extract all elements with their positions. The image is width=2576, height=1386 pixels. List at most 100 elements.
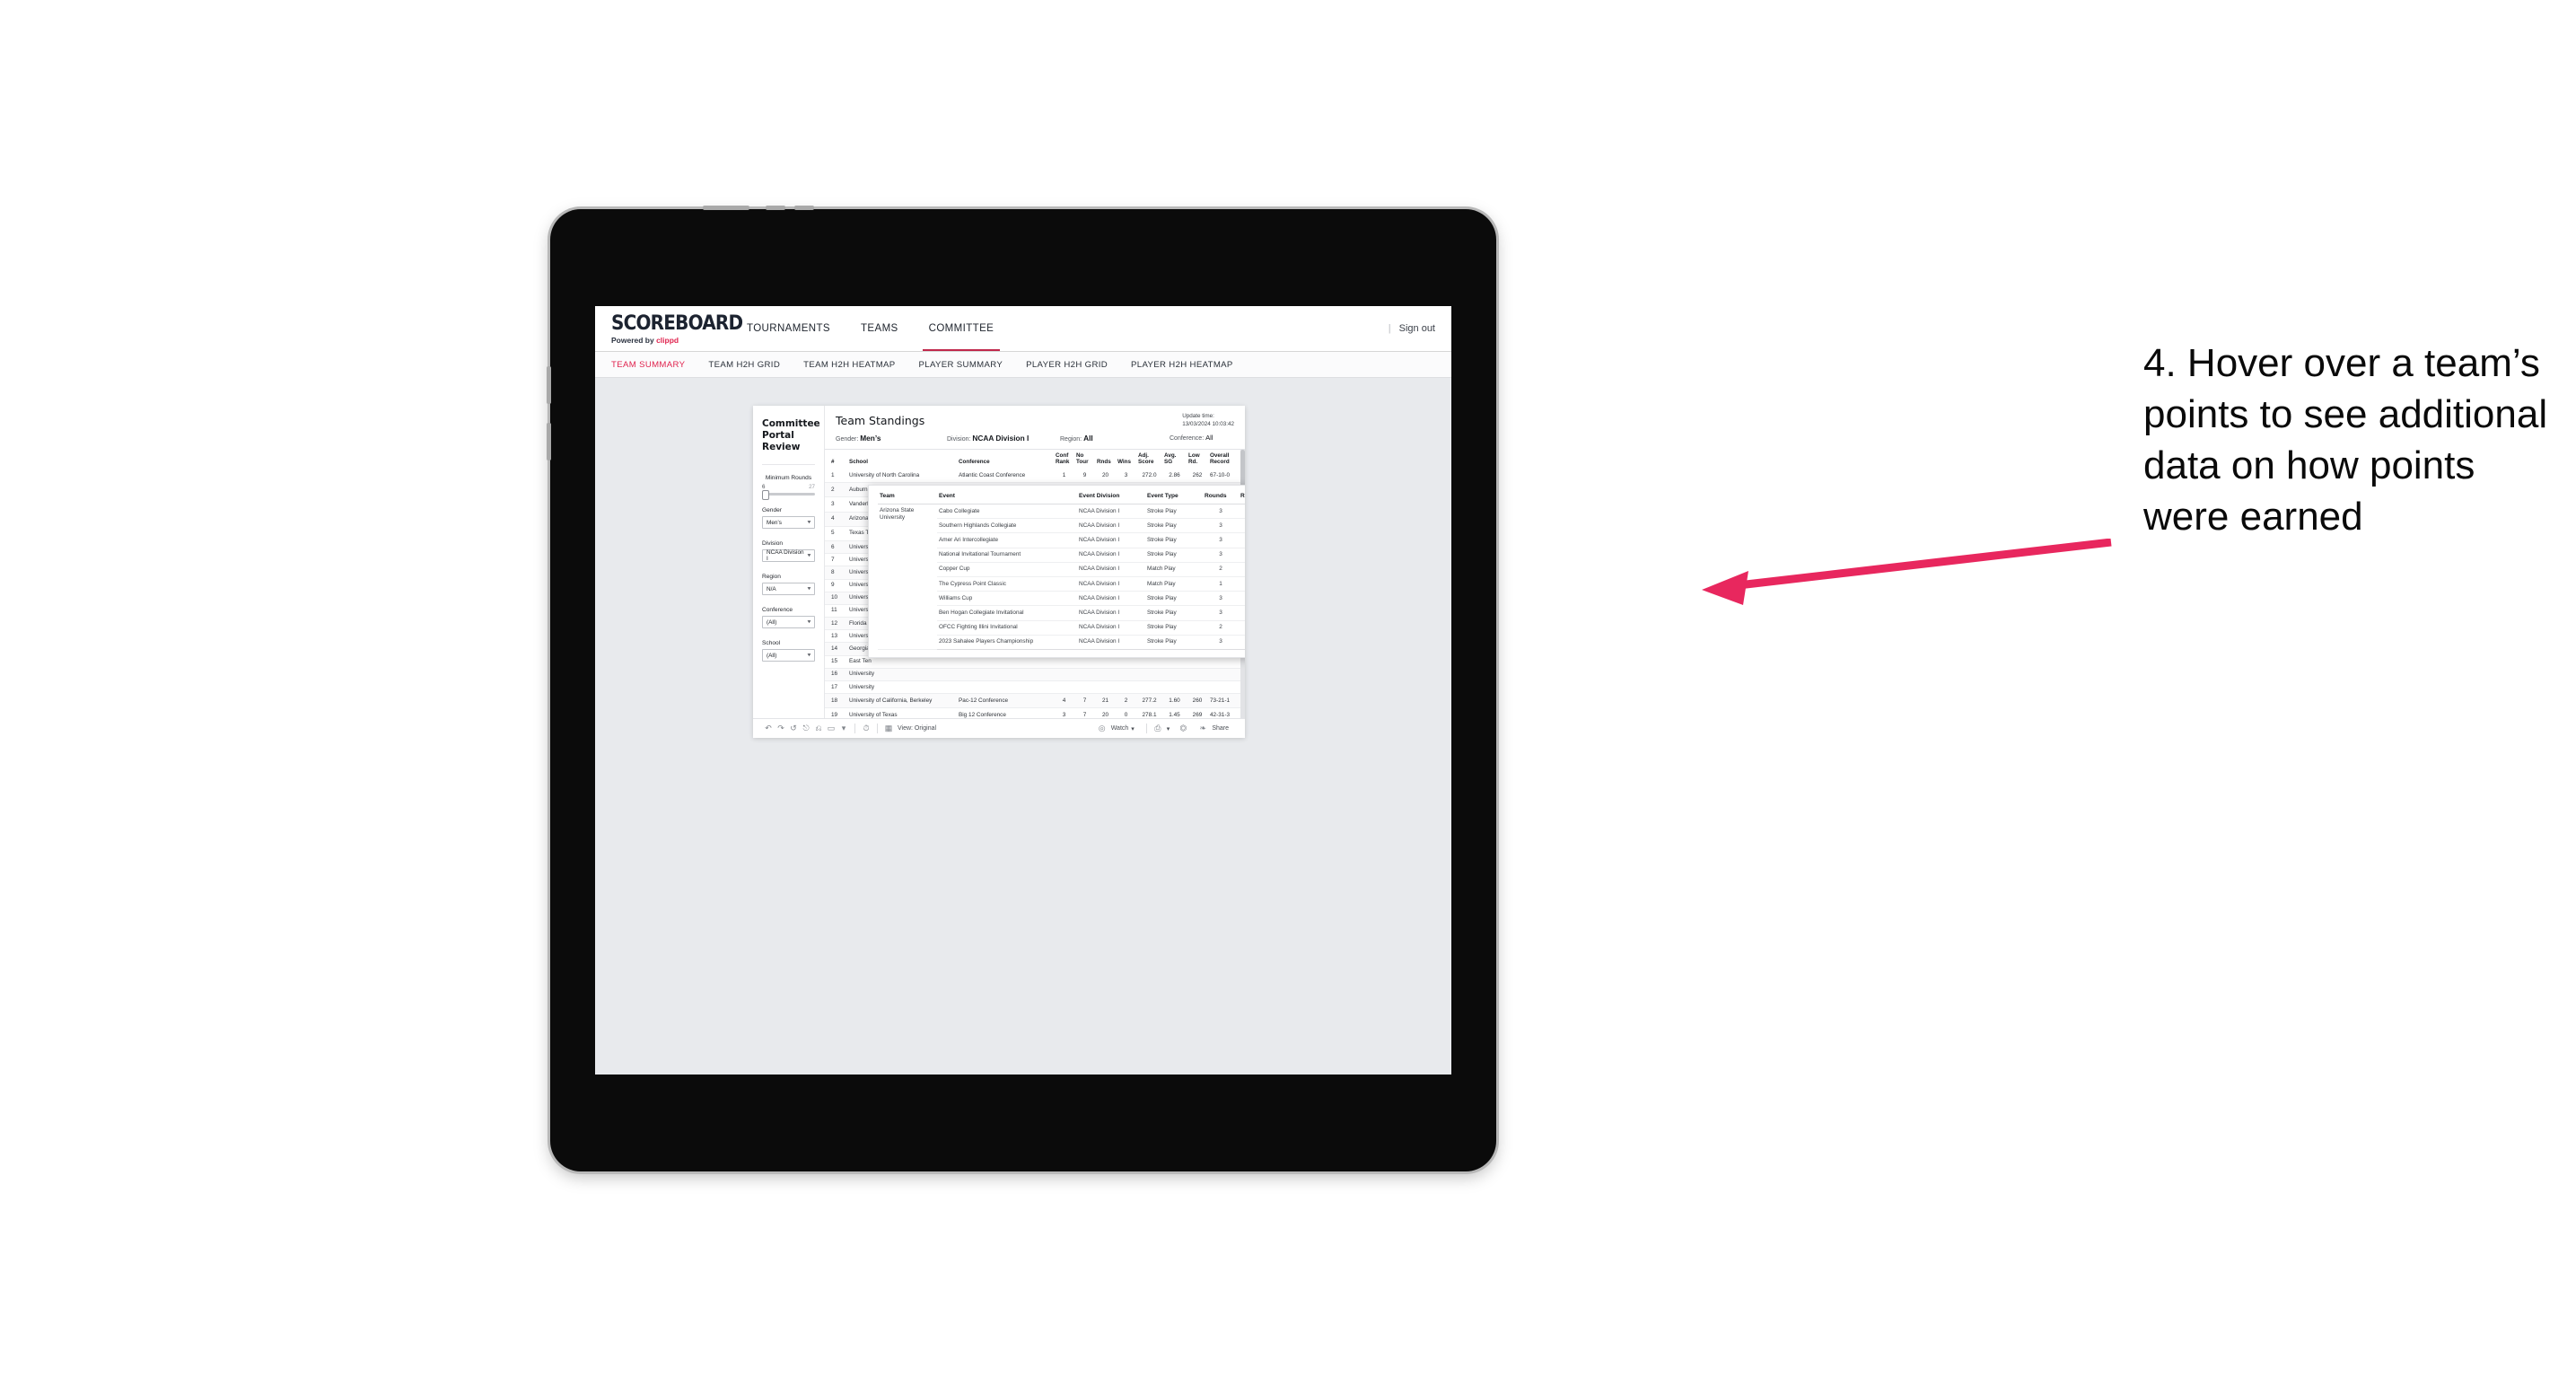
separator: | [1388,323,1391,334]
tab-player-h2h-heatmap[interactable]: PLAYER H2H HEATMAP [1131,360,1233,370]
minimum-rounds-slider[interactable] [762,490,815,500]
col-record[interactable]: Overall Record [1208,450,1242,469]
tooltip-header-row: Team Event Event Division Event Type Rou… [878,491,1245,504]
tab-team-h2h-grid[interactable]: TEAM H2H GRID [708,360,780,370]
history-icon[interactable]: ⏱ [860,723,872,735]
refresh-data-icon[interactable]: ⎋ [800,723,812,735]
update-time-label: Update time: [1182,413,1214,419]
volume-up-button [766,206,785,210]
table-row[interactable]: 1 University of North Carolina Atlantic Co… [825,469,1245,484]
chevron-down-icon: ▼ [806,520,812,525]
view-original-button[interactable]: ▦ View: Original [882,723,936,735]
share-button[interactable]: ❧ Share [1196,723,1229,735]
app-logo[interactable]: SCOREBOARD Powered by clippd [595,310,743,345]
cell-rank: 17 [825,680,847,695]
cell-rank: 11 [825,604,847,618]
tooltip-type: Stroke Play [1145,591,1203,607]
sign-out-area: | Sign out [1389,306,1435,351]
division-value: NCAA Division I [767,549,804,562]
table-row[interactable]: 18 University of California, Berkeley Pac-… [825,693,1245,709]
col-adj-score[interactable]: Adj. Score [1136,450,1162,469]
device-layout-icon[interactable]: ▭ [825,723,837,735]
share-label: Share [1212,725,1229,732]
nav-item-committee[interactable]: COMMITTEE [914,306,1010,351]
col-rnds[interactable]: Rnds [1095,450,1116,469]
sign-out-link[interactable]: Sign out [1399,323,1435,334]
table-row[interactable]: 19 University of Texas Big 12 Conference 3 7… [825,707,1245,718]
logo-wordmark: SCOREBOARD [611,310,743,334]
redo-icon[interactable]: ↷ [775,723,787,735]
cell-rank: 8 [825,566,847,580]
undo-icon[interactable]: ↶ [762,723,775,735]
points-detail-tooltip: Team Event Event Division Event Type Rou… [868,485,1245,658]
standings-pane: Team Standings Update time: 13/03/2024 1… [825,406,1245,718]
cell-rank: 12 [825,617,847,631]
region-label: Region [762,574,781,580]
fullscreen-button[interactable]: ⏣ [1177,723,1189,735]
meta-region: Region: All [1060,434,1170,443]
col-rank[interactable]: # [825,450,847,469]
cell-avg_sg: 1.45 [1162,707,1187,718]
col-no-tour[interactable]: No Tour [1074,450,1095,469]
conference-select[interactable]: (All) ▼ [762,616,815,628]
power-button [703,206,749,210]
pause-updates-icon[interactable]: ⎌ [812,723,825,735]
tooltip-impact: + 1 [1239,562,1245,577]
tab-team-summary[interactable]: TEAM SUMMARY [611,360,685,370]
nav-item-teams[interactable]: TEAMS [846,306,914,351]
cell-no_tour [1074,668,1095,682]
revert-icon[interactable]: ↺ [787,723,800,735]
col-conference[interactable]: Conference [957,450,1054,469]
app-header: SCOREBOARD Powered by clippd TOURNAMENTS… [595,306,1451,352]
chevron-down-icon: ▾ [1166,725,1170,732]
tooltip-impact: + 0 [1239,620,1245,636]
school-select[interactable]: (All) ▼ [762,649,815,662]
tab-player-h2h-grid[interactable]: PLAYER H2H GRID [1026,360,1108,370]
table-row[interactable]: 16 University [825,668,1245,682]
cell-wins: 3 [1116,469,1136,484]
cell-no_tour: 9 [1074,469,1095,484]
tooltip-type: Stroke Play [1145,518,1203,534]
cell-wins [1116,668,1136,682]
cell-rank: 15 [825,655,847,669]
tooltip-event: Copper Cup [937,562,1077,577]
standings-meta: Gender: Men’s Division: NCAA Division I … [836,434,1234,443]
cell-conf_rank [1054,680,1074,695]
tooltip-table-head: Team Event Event Division Event Type Rou… [878,491,1245,504]
cell-rank: 10 [825,592,847,605]
watch-button[interactable]: ◎ Watch ▾ [1096,723,1135,735]
cell-rnds [1095,680,1116,695]
cell-rnds [1095,668,1116,682]
table-row[interactable]: 17 University [825,680,1245,695]
dashboard-panel: Committee Portal Review Minimum Rounds 6… [753,406,1245,738]
gender-select[interactable]: Men’s ▼ [762,516,815,529]
region-select[interactable]: N/A ▼ [762,583,815,595]
tab-team-h2h-heatmap[interactable]: TEAM H2H HEATMAP [803,360,895,370]
tooltip-impact: + 1 [1239,504,1245,520]
view-original-label: View: Original [898,725,937,732]
chevron-down-icon[interactable]: ▾ [837,723,850,735]
nav-item-tournaments[interactable]: TOURNAMENTS [732,306,846,351]
tooltip-division: NCAA Division I [1077,576,1145,592]
cell-low_rd: 262 [1187,469,1208,484]
cell-record: 42-31-3 [1208,707,1242,718]
col-school[interactable]: School [847,450,957,469]
col-wins[interactable]: Wins [1116,450,1136,469]
tab-player-summary[interactable]: PLAYER SUMMARY [919,360,1003,370]
watch-label: Watch [1110,725,1129,732]
minimum-rounds-slider-handle[interactable] [762,490,769,500]
cell-rank: 19 [825,707,847,718]
volume-down-button [794,206,814,210]
tt-col-team: Team [878,491,937,504]
tooltip-event: Williams Cup [937,591,1077,607]
col-low-rd[interactable]: Low Rd. [1187,450,1208,469]
tooltip-rounds: 3 [1203,591,1239,607]
division-select[interactable]: NCAA Division I ▼ [762,549,815,562]
filter-school: School (All) ▼ [762,640,815,662]
cell-adj_score: 272.0 [1136,469,1162,484]
cell-school: University [847,680,957,695]
col-avg-sg[interactable]: Avg. SG [1162,450,1187,469]
col-conf-rank[interactable]: Conf Rank [1054,450,1074,469]
download-button[interactable]: ⎙ ▾ [1152,723,1170,735]
filter-gender: Gender Men’s ▼ [762,507,815,529]
